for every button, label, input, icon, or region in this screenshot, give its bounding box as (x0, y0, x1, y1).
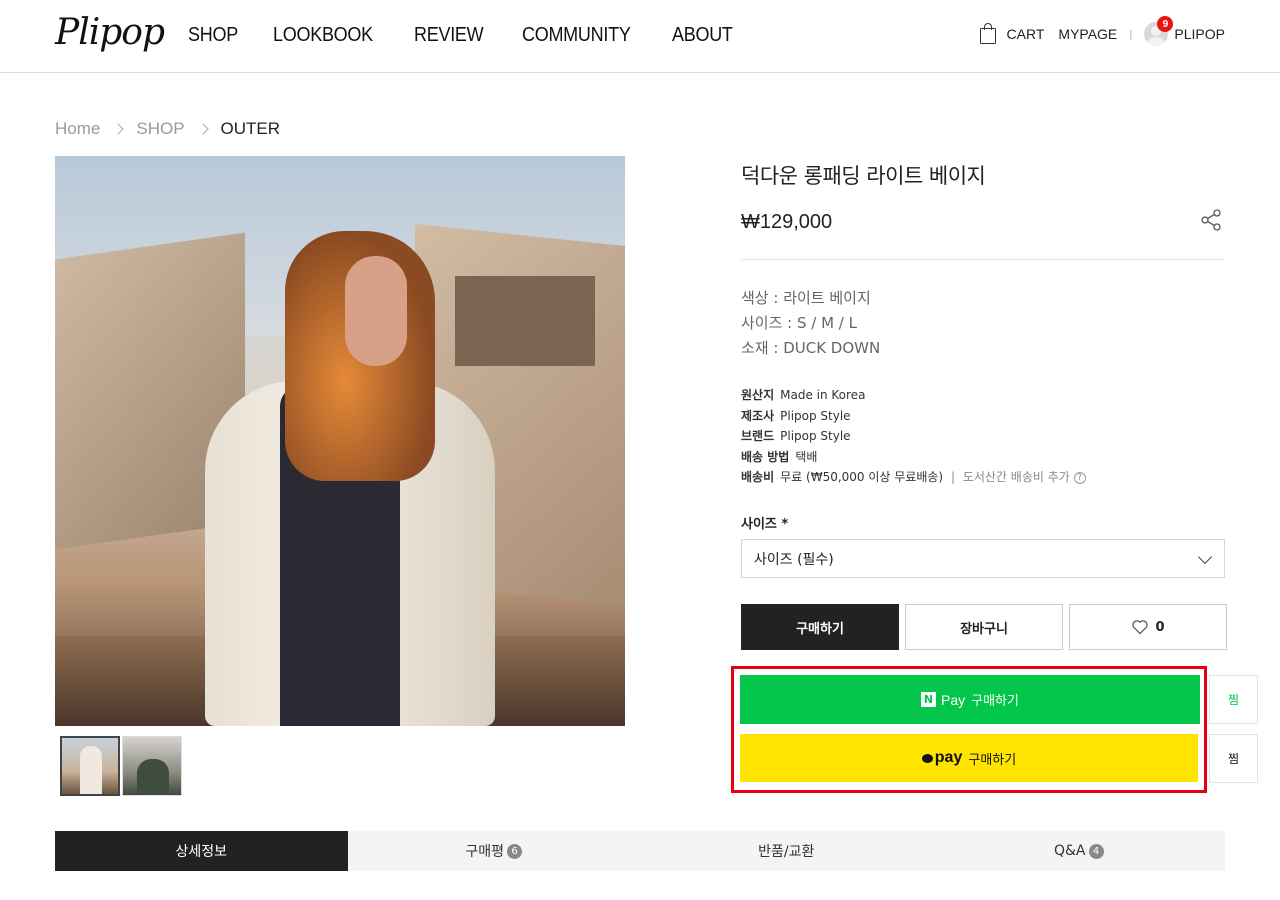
size-select-value: 사이즈 (필수) (754, 551, 834, 568)
help-icon[interactable]: ? (1073, 471, 1086, 484)
product-price: ₩129,000 (741, 211, 833, 233)
mypage-link[interactable]: MYPAGE (1058, 26, 1117, 42)
qna-count-badge: 4 (1088, 843, 1104, 859)
tab-detail[interactable]: 상세정보 (55, 831, 348, 871)
breadcrumb-shop[interactable]: SHOP (136, 119, 184, 139)
notification-badge: 9 (1157, 16, 1174, 32)
header-utilities: CART MYPAGE | 9 PLIPOP (979, 16, 1225, 46)
breadcrumb-current[interactable]: OUTER (221, 119, 281, 139)
spec-row: 원산지 Made in Korea (741, 388, 866, 402)
user-name[interactable]: PLIPOP (1174, 26, 1225, 42)
product-tabs: 상세정보 구매평 6 반품/교환 Q&A 4 (55, 831, 1225, 871)
heart-icon (1132, 620, 1149, 635)
spec-row: 브랜드 Plipop Style (741, 429, 851, 443)
review-count-badge: 6 (507, 843, 523, 859)
kakao-pay-button[interactable]: pay 구매하기 (740, 734, 1198, 782)
tab-returns[interactable]: 반품/교환 (640, 831, 933, 871)
thumbnail-list (60, 736, 182, 796)
naver-pay-button[interactable]: N Pay 구매하기 (740, 675, 1200, 724)
shopping-bag-icon[interactable] (979, 23, 997, 45)
kakao-pay-wordmark: pay (934, 749, 963, 766)
site-header: Plipop SHOP LOOKBOOK REVIEW COMMUNITY AB… (0, 0, 1280, 73)
spec-row: 제조사 Plipop Style (741, 408, 851, 423)
size-option-label: 사이즈 * (741, 517, 789, 532)
add-to-cart-button[interactable]: 장바구니 (905, 604, 1063, 650)
wishlist-button[interactable]: 0 (1069, 604, 1227, 650)
product-main-image[interactable] (55, 156, 625, 726)
chevron-right-icon (196, 123, 209, 135)
thumbnail-1[interactable] (60, 736, 120, 796)
cart-link[interactable]: CART (1007, 26, 1045, 42)
product-attributes: 색상 : 라이트 베이지 사이즈 : S / M / L 소재 : DUCK D… (741, 286, 880, 361)
kakao-zzim-button[interactable]: 찜 (1209, 734, 1258, 783)
buy-button[interactable]: 구매하기 (741, 604, 899, 650)
size-select[interactable]: 사이즈 (필수) (741, 539, 1225, 578)
attribute-color: 색상 : 라이트 베이지 (741, 289, 871, 307)
attribute-size: 사이즈 : S / M / L (741, 314, 857, 332)
chevron-down-icon (1197, 549, 1213, 565)
product-info: 덕다운 롱패딩 라이트 베이지 ₩129,000 색상 : 라이트 베이지 사이… (741, 156, 1227, 650)
spec-row: 배송비 무료 (₩50,000 이상 무료배송) | 도서산간 배송비 추가 ? (741, 467, 1086, 488)
nav-item-lookbook[interactable]: LOOKBOOK (273, 24, 373, 47)
remote-area-shipping-note: 도서산간 배송비 추가 (962, 470, 1070, 484)
nav-item-review[interactable]: REVIEW (414, 24, 484, 47)
breadcrumb-home[interactable]: Home (55, 119, 100, 139)
spec-row: 배송 방법 택배 (741, 449, 818, 464)
naver-n-icon: N (921, 692, 937, 707)
attribute-material: 소재 : DUCK DOWN (741, 339, 881, 357)
product-specs: 원산지 Made in Korea 제조사 Plipop Style 브랜드 Plip… (741, 385, 1086, 488)
chevron-right-icon (112, 123, 125, 135)
main-nav: SHOP LOOKBOOK REVIEW COMMUNITY ABOUT (188, 24, 740, 47)
naver-zzim-button[interactable]: 찜 (1209, 675, 1258, 724)
logo[interactable]: Plipop (55, 12, 165, 53)
product-title: 덕다운 롱패딩 라이트 베이지 (741, 164, 986, 188)
kakao-bubble-icon (921, 753, 933, 763)
thumbnail-2[interactable] (122, 736, 182, 796)
naver-pay-label: 구매하기 (971, 694, 1019, 709)
nav-item-community[interactable]: COMMUNITY (522, 24, 631, 47)
user-avatar[interactable]: 9 (1144, 16, 1174, 46)
breadcrumb: Home SHOP OUTER (55, 119, 280, 139)
nav-item-shop[interactable]: SHOP (188, 24, 238, 47)
kakao-pay-label: 구매하기 (968, 752, 1017, 768)
tab-reviews[interactable]: 구매평 6 (348, 831, 641, 871)
wishlist-count: 0 (1155, 619, 1165, 635)
nav-item-about[interactable]: ABOUT (672, 24, 733, 47)
header-separator: | (1129, 27, 1133, 41)
purchase-actions: 구매하기 장바구니 0 (741, 604, 1227, 650)
divider (741, 259, 1225, 260)
tab-qna[interactable]: Q&A 4 (933, 831, 1226, 871)
share-icon[interactable] (1199, 208, 1223, 232)
naver-pay-wordmark: Pay (941, 691, 966, 708)
